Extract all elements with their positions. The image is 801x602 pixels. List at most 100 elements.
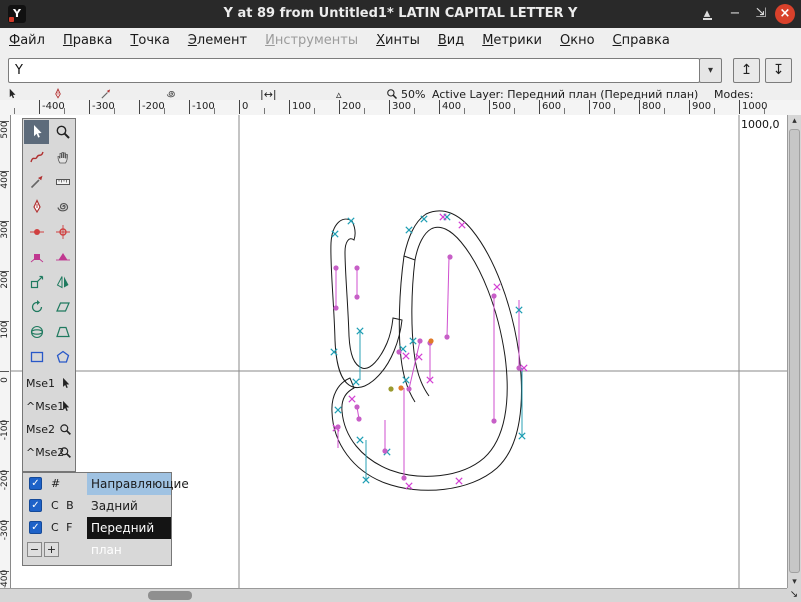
h-ruler-number: -200 [142, 101, 165, 112]
menu-edit[interactable]: Правка [54, 28, 121, 54]
control-point-x[interactable] [349, 396, 355, 402]
control-point-dot[interactable] [417, 338, 422, 343]
magnify-icon [59, 423, 72, 436]
control-point-x[interactable] [494, 284, 500, 290]
control-point-dot[interactable] [444, 334, 449, 339]
hvcurve-point-tool[interactable] [50, 220, 75, 244]
control-point-x[interactable] [459, 222, 465, 228]
tangent-point-tool[interactable] [50, 245, 75, 269]
curve-point-tool[interactable] [24, 220, 49, 244]
menu-metrics[interactable]: Метрики [473, 28, 551, 54]
menu-file[interactable]: Файл [0, 28, 54, 54]
control-point-dot[interactable] [354, 404, 359, 409]
glyph-contour[interactable] [412, 260, 429, 396]
layer-rows: ✓#Направляющие✓C BЗадний план✓C FПередни… [23, 473, 171, 539]
scale-tool[interactable] [24, 270, 49, 294]
mouse-binding-row: ^Mse1 [23, 395, 75, 418]
layer-visible-checkbox[interactable]: ✓ [29, 521, 42, 534]
control-point-x[interactable] [440, 214, 446, 220]
control-point-x[interactable] [332, 231, 338, 237]
horizontal-scrollbar[interactable] [0, 588, 787, 602]
menu-help[interactable]: Справка [604, 28, 679, 54]
knife-tool[interactable] [24, 170, 49, 194]
vertical-scrollbar-thumb[interactable] [789, 129, 800, 573]
menu-element[interactable]: Элемент [179, 28, 256, 54]
rotate3d-tool[interactable] [24, 320, 49, 344]
layers-palette: ✓#Направляющие✓C BЗадний план✓C FПередни… [22, 472, 172, 566]
corner-point-tool[interactable] [24, 245, 49, 269]
word-input[interactable] [8, 58, 700, 83]
menu-tools[interactable]: Инструменты [256, 28, 367, 54]
control-point-dot[interactable] [333, 265, 338, 270]
layer-label[interactable]: Задний план [87, 495, 171, 517]
menu-view[interactable]: Вид [429, 28, 473, 54]
restore-button[interactable]: ⇲ [751, 4, 771, 24]
rotate-tool[interactable] [24, 295, 49, 319]
menu-window[interactable]: Окно [551, 28, 604, 54]
magnify-tool[interactable] [50, 120, 75, 144]
menu-hints[interactable]: Хинты [367, 28, 429, 54]
glyph-contour[interactable] [331, 219, 402, 387]
polygon-tool[interactable] [50, 345, 75, 369]
vertical-scrollbar[interactable]: ▴ ▾ [787, 115, 801, 588]
h-ruler-number: 300 [392, 101, 411, 112]
horizontal-scrollbar-thumb[interactable] [148, 591, 192, 600]
control-point-dot[interactable] [401, 475, 406, 480]
control-point-dot[interactable] [428, 338, 433, 343]
layer-visible-checkbox[interactable]: ✓ [29, 477, 42, 490]
resize-grip[interactable]: ↘ [787, 588, 801, 602]
perspective-tool[interactable] [50, 320, 75, 344]
control-point-x[interactable] [348, 218, 354, 224]
hand-tool[interactable] [50, 145, 75, 169]
keep-above-button[interactable]: ▴ [697, 4, 717, 24]
control-point-dot[interactable] [354, 294, 359, 299]
spiro-tool[interactable] [50, 195, 75, 219]
control-point-dot[interactable] [354, 265, 359, 270]
remove-layer-button[interactable]: − [27, 542, 42, 557]
control-point-x[interactable] [406, 227, 412, 233]
control-point-dot[interactable] [396, 349, 401, 354]
layer-visible-checkbox[interactable]: ✓ [29, 499, 42, 512]
scroll-down-arrow-icon[interactable]: ▾ [788, 577, 801, 587]
add-layer-button[interactable]: + [44, 542, 59, 557]
freehand-tool[interactable] [24, 145, 49, 169]
control-point-dot[interactable] [398, 385, 403, 390]
control-point-dot[interactable] [491, 418, 496, 423]
control-point-dot[interactable] [516, 365, 521, 370]
pointer-tool[interactable] [24, 120, 49, 144]
v-ruler-number: 200 [0, 265, 10, 295]
control-point-x[interactable] [335, 407, 341, 413]
mouse-binding-row: Mse1 [23, 372, 75, 395]
control-point-dot[interactable] [491, 293, 496, 298]
control-point-dot[interactable] [356, 416, 361, 421]
prev-glyph-button[interactable]: ↥ [733, 58, 760, 83]
control-point-dot[interactable] [447, 254, 452, 259]
h-ruler-number: 0 [242, 101, 248, 112]
control-point-dot[interactable] [406, 386, 411, 391]
control-point-dot[interactable] [333, 305, 338, 310]
close-button[interactable]: × [775, 4, 795, 24]
control-point-x[interactable] [406, 483, 412, 489]
wordlist-dropdown-button[interactable]: ▾ [699, 58, 722, 83]
rectangle-tool[interactable] [24, 345, 49, 369]
layer-label[interactable]: Направляющие [87, 473, 171, 495]
scroll-up-arrow-icon[interactable]: ▴ [788, 116, 801, 126]
control-point-x[interactable] [353, 379, 359, 385]
control-point-x[interactable] [357, 437, 363, 443]
control-point-x[interactable] [421, 216, 427, 222]
pen-tool[interactable] [24, 195, 49, 219]
next-glyph-button[interactable]: ↧ [765, 58, 792, 83]
control-point-x[interactable] [403, 353, 409, 359]
minimize-button[interactable]: − [725, 4, 745, 24]
control-point-dot[interactable] [335, 424, 340, 429]
ruler-tool[interactable] [50, 170, 75, 194]
control-point-dot[interactable] [382, 448, 387, 453]
flip-tool[interactable] [50, 270, 75, 294]
menu-point[interactable]: Точка [121, 28, 178, 54]
h-ruler-number: 1000 [742, 101, 767, 112]
skew-tool[interactable] [50, 295, 75, 319]
layer-label[interactable]: Передний план [87, 517, 171, 539]
h-ruler-number: -400 [42, 101, 65, 112]
control-point-dot[interactable] [388, 386, 393, 391]
control-point-x[interactable] [456, 478, 462, 484]
